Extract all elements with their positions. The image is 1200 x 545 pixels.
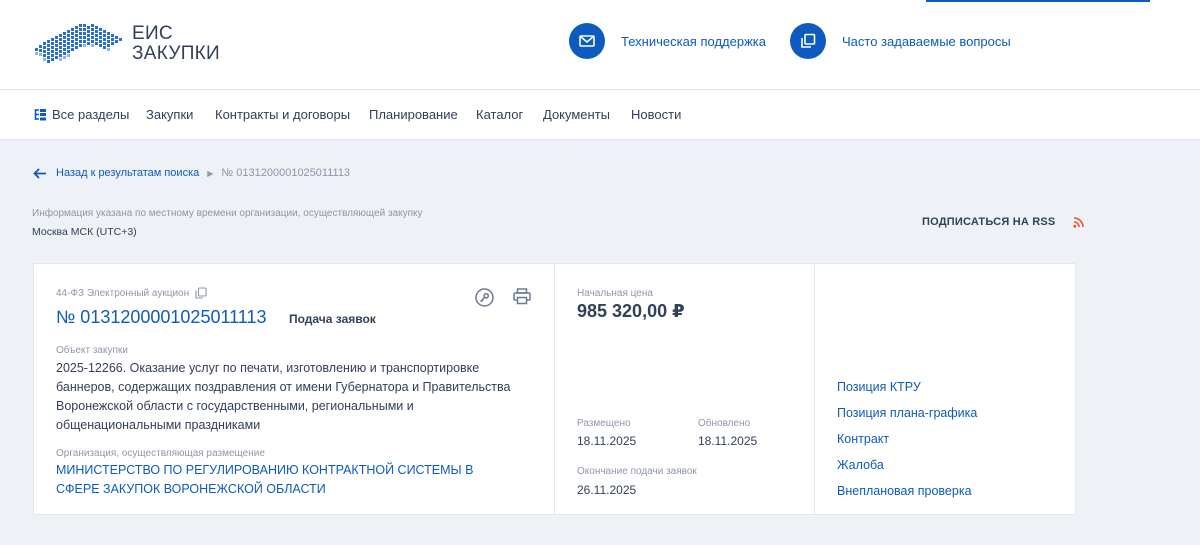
mail-icon	[569, 23, 605, 59]
law-type: 44-ФЗ Электронный аукцион	[56, 287, 207, 299]
purchase-status: Подача заявок	[289, 312, 376, 326]
arrow-left-icon[interactable]	[33, 167, 47, 179]
updated-date: 18.11.2025	[698, 434, 758, 448]
nav-contracts-label: Контракты и договоры	[215, 107, 351, 122]
nav-news-label: Новости	[631, 107, 682, 122]
initial-price: 985 320,00 ₽	[577, 301, 685, 321]
timezone-value: Москва МСК (UTC+3)	[32, 226, 137, 238]
nav-documents[interactable]: Документы	[543, 107, 610, 122]
back-to-results-link[interactable]: Назад к результатам поиска	[56, 167, 199, 179]
ktru-position-link[interactable]: Позиция КТРУ	[837, 380, 921, 394]
nav-contracts[interactable]: Контракты и договоры	[215, 107, 350, 122]
breadcrumb-current: № 0131200001025011113	[221, 167, 351, 179]
nav-all-sections[interactable]: Все разделы	[34, 107, 129, 122]
tech-support-link[interactable]: Техническая поддержка	[569, 23, 766, 59]
column-divider	[814, 264, 815, 514]
unscheduled-inspection-link[interactable]: Внеплановая проверка	[837, 484, 972, 498]
org-label: Организация, осуществляющая размещение	[56, 448, 265, 459]
header-accent-line	[926, 0, 1150, 2]
nav-all-sections-label: Все разделы	[52, 107, 130, 122]
posted-label: Размещено	[577, 418, 631, 429]
main-nav: Все разделы Закупки Контракты и договоры…	[0, 90, 1200, 140]
site-header: ЕИС ЗАКУПКИ Техническая поддержка Часто …	[0, 0, 1200, 90]
breadcrumb: Назад к результатам поиска ▶ № 013120000…	[33, 166, 350, 180]
nav-catalog[interactable]: Каталог	[476, 107, 523, 122]
logo-line-2: ЗАКУПКИ	[132, 43, 220, 64]
object-label: Объект закупки	[56, 345, 128, 356]
law-type-label: 44-ФЗ Электронный аукцион	[56, 287, 190, 299]
object-description: 2025-12266. Оказание услуг по печати, из…	[56, 361, 511, 432]
contract-link[interactable]: Контракт	[837, 432, 889, 446]
copy-icon[interactable]	[195, 287, 207, 299]
deadline-date: 26.11.2025	[577, 483, 637, 497]
faq-windows-icon	[790, 23, 826, 59]
nav-catalog-label: Каталог	[476, 107, 524, 122]
nav-documents-label: Документы	[543, 107, 611, 122]
nav-news[interactable]: Новости	[631, 107, 681, 122]
timezone-note: Информация указана по местному времени о…	[32, 208, 423, 219]
price-label: Начальная цена	[577, 288, 653, 299]
purchase-number-link[interactable]: № 0131200001025011113	[56, 307, 267, 328]
sections-icon	[34, 109, 46, 121]
organization-link[interactable]: МИНИСТЕРСТВО ПО РЕГУЛИРОВАНИЮ КОНТРАКТНО…	[56, 461, 516, 499]
nav-planning-label: Планирование	[369, 107, 458, 122]
nav-planning[interactable]: Планирование	[369, 107, 458, 122]
russia-map-logo-icon[interactable]	[33, 20, 125, 68]
print-icon[interactable]	[513, 288, 531, 305]
site-logo-text[interactable]: ЕИС ЗАКУПКИ	[132, 24, 220, 64]
rss-icon	[1073, 216, 1085, 228]
chevron-right-icon: ▶	[207, 168, 214, 178]
faq-link[interactable]: Часто задаваемые вопросы	[790, 23, 1011, 59]
key-icon[interactable]	[475, 288, 494, 307]
column-divider	[554, 264, 555, 514]
updated-label: Обновлено	[698, 418, 751, 429]
complaint-link[interactable]: Жалоба	[837, 458, 884, 472]
purchase-card: 44-ФЗ Электронный аукцион № 013120000102…	[33, 263, 1076, 515]
rss-subscribe-button[interactable]: ПОДПИСАТЬСЯ НА RSS	[922, 216, 1085, 228]
logo-line-1: ЕИС	[132, 23, 173, 44]
tech-support-label: Техническая поддержка	[621, 33, 766, 49]
nav-purchases[interactable]: Закупки	[146, 107, 193, 122]
faq-label: Часто задаваемые вопросы	[842, 33, 1011, 49]
nav-purchases-label: Закупки	[146, 107, 194, 122]
rss-label: ПОДПИСАТЬСЯ НА RSS	[922, 216, 1056, 228]
deadline-label: Окончание подачи заявок	[577, 466, 697, 477]
posted-date: 18.11.2025	[577, 434, 637, 448]
plan-schedule-position-link[interactable]: Позиция плана-графика	[837, 406, 977, 420]
